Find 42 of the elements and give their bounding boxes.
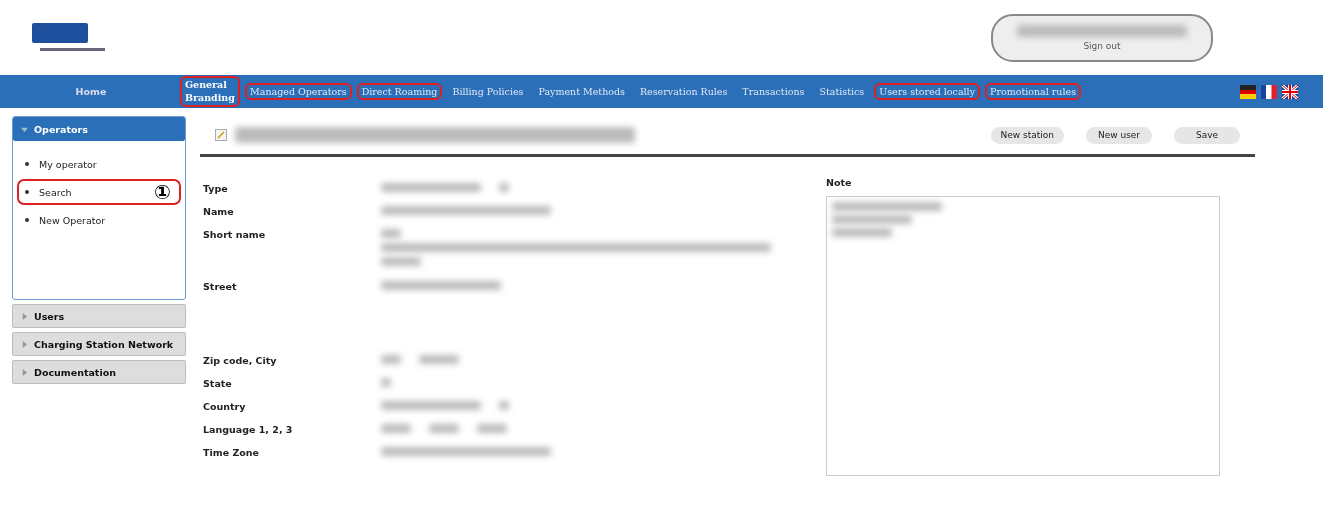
action-button[interactable]: New station [990,126,1064,144]
field-label: Time Zone [202,446,260,460]
german-flag-icon[interactable] [1240,84,1256,99]
nav-tab[interactable]: Promotional rules [987,85,1080,98]
collapsed-triangle-icon [21,312,28,320]
field-label: Country [202,400,247,414]
nav-tab[interactable]: Reservation Rules [636,85,731,98]
nav-tab[interactable]: General Branding [182,78,238,105]
edit-icon [215,129,227,141]
nav-tab[interactable]: Payment Methods [535,85,628,98]
nav-tab[interactable]: Transactions [739,85,808,98]
field-label: Zip code, City [202,354,278,368]
field-label: Street [202,280,238,294]
field-label: State [202,377,233,391]
sidebar-item[interactable]: New Operator [17,207,181,233]
french-flag-icon[interactable] [1261,84,1277,99]
sidebar-item[interactable]: Search ① [17,179,181,205]
sidebar-item[interactable]: My operator [17,151,181,177]
british-flag-icon[interactable] [1282,84,1298,99]
nav-tab[interactable]: Billing Policies [449,85,527,98]
action-button[interactable]: Save [1174,126,1240,144]
action-button[interactable]: New user [1086,126,1152,144]
nav-tab[interactable]: Users stored locally [876,85,979,98]
nav-tab[interactable]: Direct Roaming [358,85,441,98]
panel-header[interactable]: Documentation [12,360,186,384]
field-label: Short name [202,228,267,242]
callout-number: ① [154,180,171,204]
sign-out-link[interactable]: Sign out [1083,40,1121,51]
panel-header[interactable]: Charging Station Network [12,332,186,356]
field-label: Note [826,177,853,188]
expanded-triangle-icon [21,125,28,133]
field-label: Name [202,205,235,219]
collapsed-triangle-icon [21,368,28,376]
field-label: Type [202,182,229,196]
nav-tab[interactable]: Managed Operators [247,85,350,98]
note-field[interactable] [826,196,1220,476]
panel-header[interactable]: Operators [13,117,185,141]
home-tab[interactable]: Home [0,85,182,98]
field-label: Language 1, 2, 3 [202,423,294,437]
nav-tab[interactable]: Statistics [816,85,868,98]
panel-header[interactable]: Users [12,304,186,328]
collapsed-triangle-icon [21,340,28,348]
